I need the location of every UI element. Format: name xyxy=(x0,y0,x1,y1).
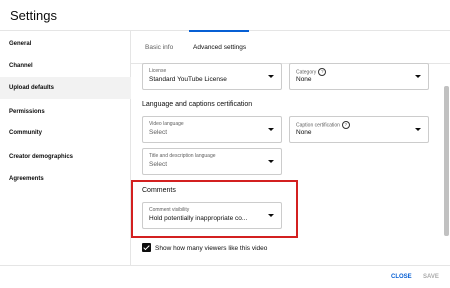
sidebar-item-general[interactable]: General xyxy=(0,33,131,55)
chevron-down-icon xyxy=(415,128,421,131)
sidebar-item-creator-demographics[interactable]: Creator demographics xyxy=(0,146,131,168)
save-button[interactable]: SAVE xyxy=(423,274,439,280)
comment-visibility-label: Comment visibility xyxy=(149,207,190,213)
video-language-label: Video language xyxy=(149,121,184,127)
scrollbar-thumb[interactable] xyxy=(444,86,449,236)
title-description-language-value: Select xyxy=(149,161,168,168)
settings-sidebar: General Channel Upload defaults Permissi… xyxy=(0,31,131,265)
title-description-language-select[interactable]: Title and description language Select xyxy=(142,148,282,175)
close-button[interactable]: CLOSE xyxy=(391,274,412,280)
dialog-title: Settings xyxy=(10,8,57,23)
chevron-down-icon xyxy=(268,128,274,131)
license-value: Standard YouTube License xyxy=(149,76,227,83)
video-language-select[interactable]: Video language Select xyxy=(142,116,282,143)
tab-advanced-settings[interactable]: Advanced settings xyxy=(193,44,246,51)
chevron-down-icon xyxy=(415,75,421,78)
show-likes-checkbox[interactable] xyxy=(142,243,151,252)
comments-heading: Comments xyxy=(142,187,176,194)
caption-certification-select[interactable]: Caption certification? None xyxy=(289,116,429,143)
sidebar-item-channel[interactable]: Channel xyxy=(0,55,131,77)
sidebar-item-agreements[interactable]: Agreements xyxy=(0,168,131,190)
comment-visibility-select[interactable]: Comment visibility Hold potentially inap… xyxy=(142,202,282,229)
tab-bar: Basic info Advanced settings xyxy=(131,31,450,64)
category-select[interactable]: Category? None xyxy=(289,63,429,90)
chevron-down-icon xyxy=(268,214,274,217)
chevron-down-icon xyxy=(268,160,274,163)
license-label: License xyxy=(149,68,167,74)
help-icon[interactable]: ? xyxy=(341,121,350,129)
caption-certification-label: Caption certification? xyxy=(296,121,350,129)
caption-certification-value: None xyxy=(296,129,312,136)
chevron-down-icon xyxy=(268,75,274,78)
video-language-value: Select xyxy=(149,129,168,136)
title-description-language-label: Title and description language xyxy=(149,153,216,159)
tab-basic-info[interactable]: Basic info xyxy=(145,44,173,51)
dialog-footer xyxy=(0,265,450,288)
dialog-header: Settings xyxy=(0,0,450,31)
category-label: Category? xyxy=(296,68,327,76)
sidebar-item-permissions[interactable]: Permissions xyxy=(0,101,131,123)
category-value: None xyxy=(296,76,312,83)
active-tab-indicator xyxy=(189,30,249,32)
help-icon[interactable]: ? xyxy=(318,68,327,76)
language-captions-heading: Language and captions certification xyxy=(142,101,253,108)
comment-visibility-value: Hold potentially inappropriate co... xyxy=(149,215,248,222)
show-likes-label: Show how many viewers like this video xyxy=(155,245,268,252)
license-select[interactable]: License Standard YouTube License xyxy=(142,63,282,90)
sidebar-item-community[interactable]: Community xyxy=(0,122,131,144)
sidebar-item-upload-defaults[interactable]: Upload defaults xyxy=(0,77,131,99)
